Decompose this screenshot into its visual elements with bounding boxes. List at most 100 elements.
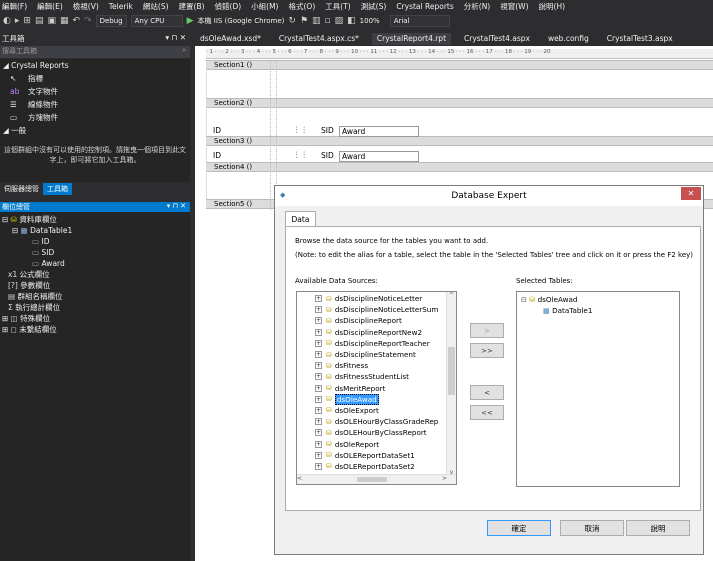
report-field-id[interactable]: ID [213, 126, 221, 135]
report-field-award[interactable]: Award [339, 151, 419, 162]
platform-select[interactable]: Any CPU [130, 14, 183, 27]
doc-tab[interactable]: CrystalTest4.aspx.cs* [274, 33, 364, 45]
dialog-title-bar[interactable]: Database Expert [275, 186, 703, 206]
data-source-item[interactable]: + ⛁ dsFitness [297, 360, 456, 371]
menu-item[interactable]: 小組(M) [251, 1, 278, 12]
toolbox-group-general[interactable]: ◢ 一般 [0, 124, 190, 137]
tree-item-field-id[interactable]: ▭ ID [0, 236, 190, 247]
doc-tab[interactable]: web.config [543, 33, 594, 45]
menu-item[interactable]: 編輯(E) [37, 1, 63, 12]
tree-item-field-sid[interactable]: ▭ SID [0, 247, 190, 258]
section-area[interactable] [206, 109, 713, 136]
menu-item[interactable]: 網站(S) [143, 1, 169, 12]
vertical-scrollbar[interactable]: ^ v [446, 292, 456, 476]
doc-tab[interactable]: CrystalTest3.aspx [602, 33, 678, 45]
pin-close-icons[interactable]: ▾ ⊓ ✕ [167, 202, 186, 212]
section-area[interactable] [206, 147, 713, 162]
toolbox-item-box[interactable]: ▭ 方塊物件 [0, 111, 190, 124]
expand-icon[interactable]: + [315, 306, 322, 314]
data-source-item[interactable]: + ⛁ dsOLEReportDataSet1 [297, 450, 456, 461]
tree-item-formula[interactable]: x1 公式欄位 [0, 269, 190, 280]
toolbox-search-input[interactable]: 搜尋工具箱 [2, 46, 37, 58]
toolbox-search[interactable]: 搜尋工具箱 ⌕ [0, 46, 190, 58]
doc-tab-active[interactable]: CrystalReport4.rpt [371, 33, 452, 45]
data-source-item[interactable]: + ⛁ dsDisciplineNoticeLetterSum [297, 304, 456, 315]
zoom-select[interactable]: 100% [360, 17, 380, 25]
menu-item[interactable]: 說明(H) [539, 1, 566, 12]
data-source-item[interactable]: + ⛁ dsMeritReport [297, 383, 456, 394]
data-source-item[interactable]: + ⛁ dsDisciplineReport [297, 315, 456, 326]
menu-item[interactable]: 分析(N) [464, 1, 490, 12]
menu-item[interactable]: 編輯(F) [2, 1, 27, 12]
redo-icon[interactable]: ↷ [84, 16, 92, 26]
run-target-button[interactable]: 本機 IIS (Google Chrome) [198, 16, 285, 26]
selected-tree-table[interactable]: ▦ DataTable1 [517, 305, 679, 316]
expand-icon[interactable]: + [315, 295, 322, 303]
tab-server-explorer[interactable]: 伺服器總管 [0, 183, 43, 195]
data-source-item[interactable]: + ⛁ dsDisciplineReportTeacher [297, 338, 456, 349]
undo-icon[interactable]: ↶ [72, 16, 80, 26]
remove-all-button[interactable]: << [470, 405, 504, 420]
cancel-button[interactable]: 取消 [560, 520, 624, 536]
expand-icon[interactable]: + [315, 317, 322, 325]
back-icon[interactable]: ◐ [3, 16, 11, 26]
tree-item-database-fields[interactable]: ⊟ ⛁ 資料庫欄位 [0, 214, 190, 225]
new-project-icon[interactable]: ⊞ [23, 16, 31, 26]
tree-item-field-award[interactable]: ▭ Award [0, 258, 190, 269]
toolbox-item-line[interactable]: ☰ 線條物件 [0, 98, 190, 111]
menu-item[interactable]: 建置(B) [179, 1, 205, 12]
data-source-item[interactable]: + ⛁ dsOleAwad [297, 393, 456, 405]
report-field-id[interactable]: ID [213, 151, 221, 160]
menu-item[interactable]: Telerik [109, 2, 133, 11]
available-data-sources-tree[interactable]: + ⛁ dsDisciplineNoticeLetter + ⛁ dsDiscipline… [296, 291, 457, 485]
data-source-item[interactable]: + ⛁ dsOLEReportDataSet2 [297, 461, 456, 472]
menu-item[interactable]: 工具(T) [325, 1, 350, 12]
add-all-button[interactable]: >> [470, 343, 504, 358]
configuration-select[interactable]: Debug [95, 14, 127, 27]
report-field-sid[interactable]: SID [321, 151, 334, 160]
search-icon[interactable]: ⌕ [182, 46, 186, 58]
report-icon[interactable]: ▥ [312, 16, 321, 26]
toolbox-item-text[interactable]: ab 文字物件 [0, 85, 190, 98]
expand-icon[interactable]: + [315, 328, 322, 336]
data-source-item[interactable]: + ⛁ dsOLEHourByClassGradeRep [297, 416, 456, 427]
data-source-item[interactable]: + ⛁ dsDisciplineReportNew2 [297, 327, 456, 338]
data-source-item[interactable]: + ⛁ dsOleExport [297, 405, 456, 416]
toolbox-item-pointer[interactable]: ↖ 指標 [0, 72, 190, 85]
expand-icon[interactable]: + [315, 440, 322, 448]
expand-icon[interactable]: + [315, 362, 322, 370]
tree-item-parameter[interactable]: [?] 參數欄位 [0, 280, 190, 291]
save-all-icon[interactable]: ▦ [60, 16, 69, 26]
menu-item[interactable]: 格式(O) [288, 1, 315, 12]
add-button[interactable]: > [470, 323, 504, 338]
run-icon[interactable]: ▶ [187, 16, 194, 26]
expand-icon[interactable]: + [315, 462, 322, 470]
tree-item-special[interactable]: ⊞ ◫ 特殊欄位 [0, 313, 190, 324]
selected-tables-tree[interactable]: ⊟ ⛁ dsOleAwad ▦ DataTable1 [516, 291, 680, 487]
expand-icon[interactable]: + [315, 395, 322, 403]
open-icon[interactable]: ▤ [35, 16, 44, 26]
menu-item[interactable]: 測試(S) [361, 1, 387, 12]
horizontal-scrollbar[interactable]: < > [297, 474, 456, 484]
data-source-item[interactable]: + ⛁ dsDisciplineNoticeLetter [297, 293, 456, 304]
tool-icon[interactable]: ⚑ [300, 16, 308, 26]
forward-icon[interactable]: ▸ [15, 16, 20, 26]
menu-item[interactable]: Crystal Reports [396, 2, 453, 11]
toolbox-group-crystal[interactable]: ◢ Crystal Reports [0, 59, 190, 72]
remove-button[interactable]: < [470, 385, 504, 400]
tree-item-datatable[interactable]: ⊟ ▦ DataTable1 [0, 225, 190, 236]
chart-icon[interactable]: ▨ [335, 16, 344, 26]
doc-tab[interactable]: dsOleAwad.xsd* [195, 33, 266, 45]
menu-item[interactable]: 視窗(W) [500, 1, 528, 12]
font-select[interactable]: Arial [389, 14, 450, 27]
tab-toolbox[interactable]: 工具箱 [43, 183, 72, 195]
tree-item-group-name[interactable]: ▤ 群組名稱欄位 [0, 291, 190, 302]
field-icon[interactable]: ▫ [325, 16, 331, 26]
pin-close-icons[interactable]: ▾ ⊓ ✕ [165, 33, 186, 45]
selected-tree-dataset[interactable]: ⊟ ⛁ dsOleAwad [517, 294, 679, 305]
tree-item-unbound[interactable]: ⊞ ◻ 未繫結欄位 [0, 324, 190, 335]
doc-tab[interactable]: CrystalTest4.aspx [459, 33, 535, 45]
menu-item[interactable]: 偵錯(D) [215, 1, 242, 12]
data-source-item[interactable]: + ⛁ dsOLEHourByClassReport [297, 427, 456, 438]
expand-icon[interactable]: + [315, 373, 322, 381]
